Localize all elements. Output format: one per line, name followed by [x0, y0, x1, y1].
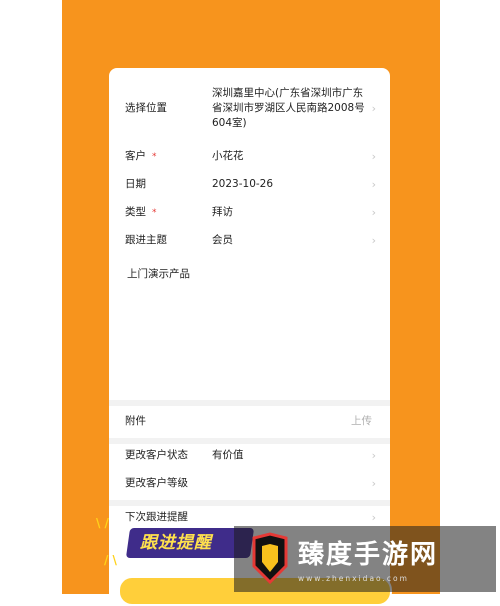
reminder-banner-text: 跟进提醒	[140, 533, 212, 553]
watermark-logo-icon	[252, 532, 288, 584]
customer-label: 客户 *	[125, 150, 157, 162]
sparkle-icon: \ /	[96, 516, 109, 530]
chevron-right-icon: ›	[371, 206, 376, 219]
customer-status-value: 有价值	[212, 449, 244, 461]
chevron-right-icon: ›	[371, 511, 376, 524]
location-value-line-1: 深圳嘉里中心(广东省深圳市广东	[212, 87, 364, 99]
topic-label: 跟进主题	[125, 234, 167, 246]
chevron-right-icon: ›	[371, 477, 376, 490]
chevron-right-icon: ›	[371, 150, 376, 163]
follow-up-form-card: 选择位置 深圳嘉里中心(广东省深圳市广东 省深圳市罗湖区人民南路2008号 60…	[109, 68, 390, 594]
location-value: 深圳嘉里中心(广东省深圳市广东 省深圳市罗湖区人民南路2008号 604室)	[212, 86, 365, 131]
customer-level-label: 更改客户等级	[125, 477, 188, 489]
watermark-text: 臻度手游网	[298, 540, 439, 570]
topic-value: 会员	[212, 234, 233, 246]
chevron-right-icon: ›	[371, 449, 376, 462]
section-divider	[109, 400, 390, 406]
required-marker: *	[152, 152, 157, 162]
date-value: 2023-10-26	[212, 178, 274, 190]
customer-status-label: 更改客户状态	[125, 449, 188, 461]
content-text: 上门演示产品	[127, 268, 190, 280]
attachment-label: 附件	[125, 415, 146, 427]
chevron-right-icon: ›	[371, 234, 376, 247]
location-label: 选择位置	[125, 102, 167, 114]
customer-value: 小花花	[212, 150, 244, 162]
location-value-line-3: 604室)	[212, 117, 247, 129]
upload-link[interactable]: 上传	[351, 414, 372, 429]
chevron-right-icon: ›	[371, 102, 376, 115]
sparkle-icon: / \	[104, 553, 117, 567]
date-label: 日期	[125, 178, 146, 190]
next-reminder-label: 下次跟进提醒	[125, 511, 188, 523]
section-divider	[109, 500, 390, 506]
chevron-right-icon: ›	[371, 178, 376, 191]
watermark-url: www.zhenxidao.com	[298, 574, 409, 583]
required-marker: *	[152, 208, 157, 218]
location-value-line-2: 省深圳市罗湖区人民南路2008号	[212, 102, 365, 114]
type-value: 拜访	[212, 206, 233, 218]
type-label: 类型 *	[125, 206, 157, 218]
content-textarea[interactable]: 上门演示产品	[109, 258, 390, 398]
section-divider	[109, 438, 390, 444]
